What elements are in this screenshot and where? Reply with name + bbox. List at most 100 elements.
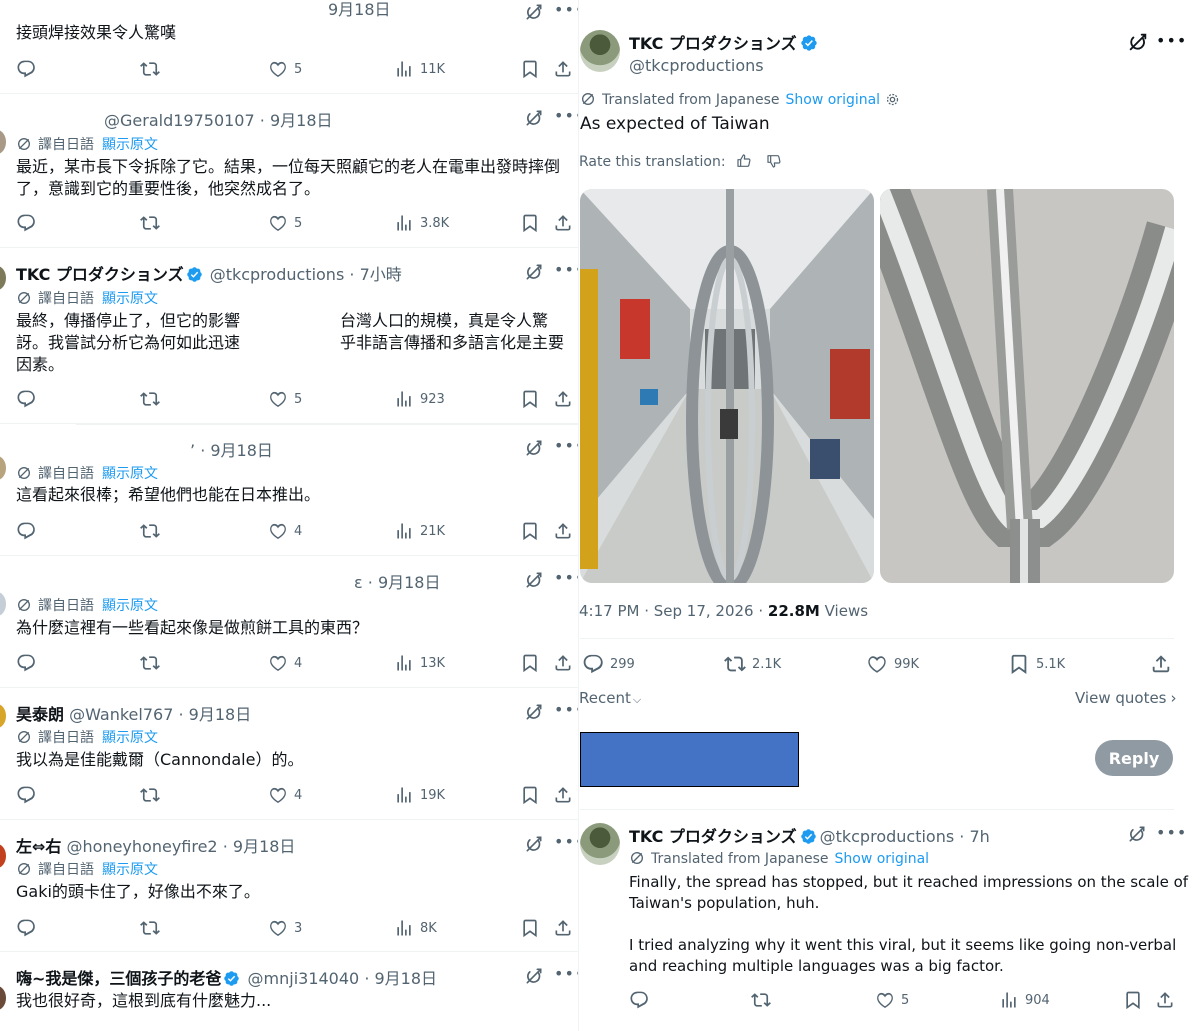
bookmark-button[interactable] <box>520 652 540 674</box>
views-button[interactable]: 3.8K <box>394 212 449 234</box>
repost-button[interactable] <box>140 58 160 80</box>
views-button[interactable]: 19K <box>394 784 445 806</box>
bookmark-button[interactable] <box>520 784 540 806</box>
avatar[interactable] <box>0 130 6 154</box>
author-block[interactable]: TKC プロダクションズ @tkcproductions <box>629 30 818 75</box>
like-button[interactable]: 5 <box>268 58 302 80</box>
tweet-date[interactable]: 9月18日 <box>210 441 273 460</box>
reply-tweet[interactable]: 嗨~我是傑，三個孩子的老爸 @mnji314040 · 9月18日 ••• 我也… <box>0 952 580 1031</box>
show-original-link[interactable]: Show original <box>835 851 930 867</box>
repost-button[interactable] <box>140 917 160 939</box>
bookmark-button[interactable]: 5.1K <box>1008 653 1065 675</box>
sort-dropdown[interactable]: Recent ⌵ <box>579 689 641 707</box>
views-button[interactable]: 8K <box>394 917 437 939</box>
tweet-date[interactable]: 9月18日 <box>189 705 252 724</box>
avatar[interactable] <box>0 266 6 290</box>
reply-button[interactable] <box>16 58 36 80</box>
show-original-link[interactable]: 顯示原文 <box>102 291 158 307</box>
bookmark-button[interactable] <box>520 520 540 542</box>
thumbs-down-icon[interactable] <box>766 153 782 169</box>
reply-button[interactable] <box>16 388 36 410</box>
more-icon[interactable]: ••• <box>1156 31 1187 50</box>
gear-icon[interactable] <box>885 92 900 107</box>
repost-button[interactable] <box>140 520 160 542</box>
user-name[interactable]: 昊泰朗 <box>16 705 64 724</box>
avatar[interactable] <box>0 844 6 868</box>
show-original-link[interactable]: 顯示原文 <box>102 598 158 614</box>
like-button[interactable]: 5 <box>875 989 909 1011</box>
grok-icon[interactable] <box>1127 31 1149 53</box>
share-button[interactable] <box>1150 653 1172 675</box>
grok-icon[interactable] <box>524 108 544 128</box>
user-handle[interactable]: @honeyhoneyfire2 <box>67 837 218 856</box>
share-button[interactable] <box>1155 989 1175 1011</box>
user-name[interactable]: TKC プロダクションズ <box>16 265 184 284</box>
avatar[interactable] <box>0 986 6 1010</box>
repost-button[interactable] <box>751 989 771 1011</box>
repost-button[interactable] <box>140 784 160 806</box>
more-icon[interactable]: ••• <box>554 568 580 587</box>
like-button[interactable]: 4 <box>268 652 302 674</box>
user-name[interactable]: TKC プロダクションズ <box>629 34 797 53</box>
more-icon[interactable]: ••• <box>554 832 580 851</box>
views-button[interactable]: 923 <box>394 388 445 410</box>
tweet-date[interactable]: 9月18日 <box>233 837 296 856</box>
bookmark-button[interactable] <box>520 58 540 80</box>
user-handle[interactable]: @tkcproductions <box>820 827 955 846</box>
tweet-time[interactable]: 4:17 PM · Sep 17, 2026 · <box>579 602 763 620</box>
reply-button[interactable] <box>16 212 36 234</box>
share-button[interactable] <box>553 212 573 234</box>
like-button[interactable]: 5 <box>268 388 302 410</box>
reply-button[interactable] <box>16 520 36 542</box>
grok-icon[interactable] <box>524 834 544 854</box>
reply-tweet[interactable]: TKC プロダクションズ @tkcproductions · 7小時 ••• 譯… <box>0 248 580 424</box>
tweet-date[interactable]: 9月18日 <box>378 573 441 592</box>
reply-tweet[interactable]: 9月18日 ••• 接頭焊接效果令人驚嘆 5 11K <box>0 0 580 94</box>
grok-icon[interactable] <box>1127 824 1147 844</box>
views-button[interactable]: 11K <box>394 58 445 80</box>
author-reply-tweet[interactable]: TKC プロダクションズ @tkcproductions · 7h ••• Tra… <box>578 809 1200 1031</box>
reply-tweet[interactable]: 左⇔右 @honeyhoneyfire2 · 9月18日 ••• 譯自日語顯示原… <box>0 820 580 952</box>
tweet-date[interactable]: 7h <box>969 827 989 846</box>
more-icon[interactable]: ••• <box>554 964 580 983</box>
avatar[interactable] <box>580 823 620 865</box>
tweet-date[interactable]: 9月18日 <box>270 111 333 130</box>
user-handle[interactable]: @tkcproductions <box>210 265 345 284</box>
user-name[interactable]: 嗨~我是傑，三個孩子的老爸 <box>16 969 221 988</box>
like-button[interactable]: 4 <box>268 784 302 806</box>
user-handle[interactable]: @mnji314040 <box>248 969 360 988</box>
thumbs-up-icon[interactable] <box>736 153 752 169</box>
like-button[interactable]: 4 <box>268 520 302 542</box>
views-button[interactable]: 21K <box>394 520 445 542</box>
more-icon[interactable]: ••• <box>554 106 580 125</box>
user-name[interactable]: TKC プロダクションズ <box>629 827 797 846</box>
views-button[interactable]: 904 <box>999 989 1050 1011</box>
avatar[interactable] <box>580 30 620 72</box>
view-quotes-link[interactable]: View quotes › <box>1075 689 1177 707</box>
user-name[interactable]: 左⇔右 <box>16 837 61 856</box>
reply-button[interactable]: 299 <box>582 653 635 675</box>
more-icon[interactable]: ••• <box>554 436 580 455</box>
redacted-reply-composer[interactable] <box>580 732 799 787</box>
reply-tweet[interactable]: ’ · 9月18日 ••• 譯自日語顯示原文 這看起來很棒；希望他們也能在日本推… <box>0 424 580 556</box>
share-button[interactable] <box>553 652 573 674</box>
bookmark-button[interactable] <box>520 388 540 410</box>
grok-icon[interactable] <box>524 570 544 590</box>
like-button[interactable]: 5 <box>268 212 302 234</box>
share-button[interactable] <box>553 917 573 939</box>
tweet-date[interactable]: 7小時 <box>360 265 402 284</box>
show-original-link[interactable]: 顯示原文 <box>102 137 158 153</box>
avatar[interactable] <box>0 592 6 616</box>
tweet-date[interactable]: 9月18日 <box>328 0 391 20</box>
reply-button[interactable] <box>16 784 36 806</box>
repost-button[interactable]: 2.1K <box>724 653 781 675</box>
like-button[interactable]: 99K <box>866 653 919 675</box>
show-original-link[interactable]: 顯示原文 <box>102 862 158 878</box>
grok-icon[interactable] <box>524 966 544 986</box>
avatar[interactable] <box>0 456 6 480</box>
tweet-photo-train-interior[interactable] <box>580 189 874 583</box>
repost-button[interactable] <box>140 652 160 674</box>
more-icon[interactable]: ••• <box>554 260 580 279</box>
reply-button[interactable] <box>629 989 649 1011</box>
more-icon[interactable]: ••• <box>554 0 580 19</box>
